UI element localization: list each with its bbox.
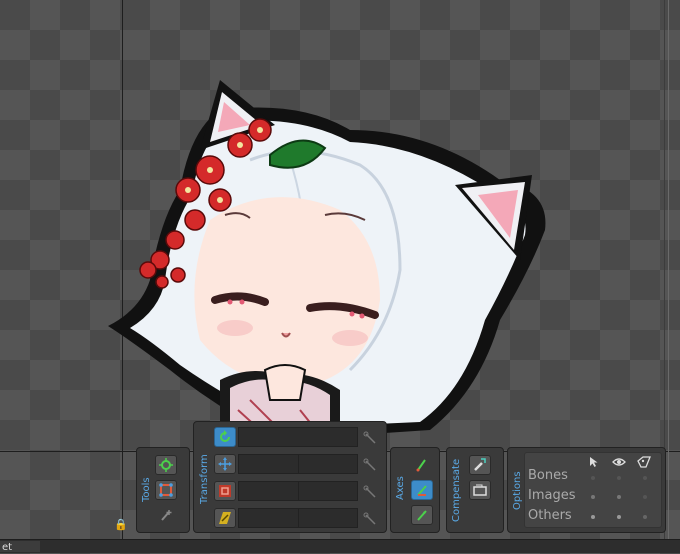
- options-row-images: Images: [528, 488, 576, 503]
- scale-button[interactable]: [214, 481, 236, 501]
- bottom-tab[interactable]: et: [0, 541, 40, 553]
- translate-value-field[interactable]: [238, 454, 358, 474]
- compensate-images-button[interactable]: [469, 480, 491, 500]
- options-panel-label: Options: [512, 471, 523, 510]
- scale-x-cell[interactable]: [239, 482, 299, 500]
- scale-pin-icon[interactable]: [363, 485, 377, 499]
- transform-panel: Transform: [193, 421, 387, 533]
- compensate-images-icon: [473, 484, 487, 496]
- pose-icon: [159, 458, 173, 472]
- names-icon[interactable]: [636, 456, 652, 468]
- shear-icon: [219, 512, 231, 524]
- local-axes-button[interactable]: [411, 455, 433, 475]
- images-names-toggle[interactable]: [643, 495, 647, 499]
- others-visibility-toggle[interactable]: [617, 515, 621, 519]
- transform-panel-label: Transform: [199, 454, 210, 504]
- shear-x-cell[interactable]: [239, 509, 299, 527]
- lock-icon[interactable]: 🔒: [114, 518, 128, 531]
- shear-button[interactable]: [214, 508, 236, 528]
- scale-value-field[interactable]: [238, 481, 358, 501]
- axes-panel-label: Axes: [395, 476, 406, 500]
- compensate-bones-icon: [474, 458, 486, 471]
- create-tool-button[interactable]: [155, 505, 177, 525]
- world-axes-button[interactable]: [411, 505, 433, 525]
- shear-value-field[interactable]: [238, 508, 358, 528]
- translate-button[interactable]: [214, 454, 236, 474]
- weights-tool-button[interactable]: [155, 480, 177, 500]
- tools-panel: Tools: [136, 447, 190, 533]
- world-axes-icon: [417, 510, 427, 521]
- compensate-panel-label: Compensate: [451, 458, 462, 522]
- images-select-toggle[interactable]: [591, 495, 595, 499]
- rotate-value-field[interactable]: [238, 427, 358, 447]
- visibility-icon[interactable]: [612, 456, 626, 468]
- compensate-panel: Compensate: [446, 447, 504, 533]
- bottom-bar: [0, 539, 680, 553]
- tools-panel-label: Tools: [141, 477, 152, 502]
- shear-pin-icon[interactable]: [363, 512, 377, 526]
- weights-icon: [159, 483, 173, 497]
- options-row-others: Others: [528, 508, 572, 523]
- bones-select-toggle[interactable]: [591, 476, 595, 480]
- viewport-edge-highlight: [668, 0, 669, 552]
- translate-icon: [218, 457, 232, 471]
- images-visibility-toggle[interactable]: [617, 495, 621, 499]
- pose-tool-button[interactable]: [155, 455, 177, 475]
- chibi-character-image[interactable]: [100, 70, 560, 460]
- select-icon[interactable]: [588, 456, 600, 468]
- create-icon: [161, 510, 172, 521]
- translate-pin-icon[interactable]: [363, 458, 377, 472]
- rotate-icon: [220, 430, 230, 442]
- axes-panel: Axes: [390, 447, 440, 533]
- others-select-toggle[interactable]: [591, 515, 595, 519]
- translate-x-cell[interactable]: [239, 455, 299, 473]
- local-axes-icon: [416, 459, 426, 472]
- bones-names-toggle[interactable]: [643, 476, 647, 480]
- others-names-toggle[interactable]: [643, 515, 647, 519]
- parent-axes-icon: [417, 485, 427, 496]
- compensate-bones-button[interactable]: [469, 455, 491, 475]
- options-row-bones: Bones: [528, 468, 568, 483]
- parent-axes-button[interactable]: [411, 480, 433, 500]
- rotate-pin-icon[interactable]: [363, 431, 377, 445]
- bones-visibility-toggle[interactable]: [617, 476, 621, 480]
- scale-icon: [219, 485, 231, 497]
- rotate-button[interactable]: [214, 427, 236, 447]
